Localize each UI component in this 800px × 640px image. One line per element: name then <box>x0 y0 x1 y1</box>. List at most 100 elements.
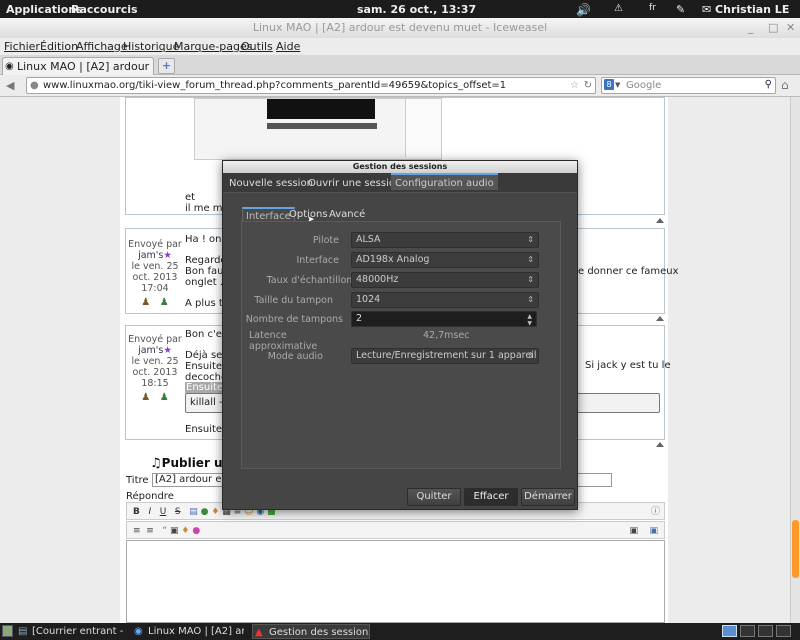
reload-icon[interactable]: ↻ <box>584 78 592 93</box>
audio-mode-select[interactable]: Lecture/Enregistrement sur 1 appareil ⇕ <box>351 348 539 364</box>
quote-icon[interactable]: “ <box>162 526 167 536</box>
post-author-link[interactable]: jam's★ <box>128 345 182 356</box>
workspace-4-icon[interactable] <box>776 625 791 637</box>
new-tab-icon[interactable]: + <box>158 58 175 74</box>
scrollbar-thumb[interactable] <box>792 520 799 578</box>
star-icon: ★ <box>163 250 172 261</box>
buffer-size-select[interactable]: 1024 ⇕ <box>351 292 539 308</box>
workspace-2-icon[interactable] <box>740 625 755 637</box>
start-button[interactable]: Démarrer <box>521 488 575 506</box>
home-icon[interactable]: ⌂ <box>781 78 789 92</box>
file-icon[interactable]: ▤ <box>189 507 198 517</box>
quit-button[interactable]: Quitter <box>407 488 461 506</box>
post-text-line: Regarde <box>185 255 227 266</box>
align-icon[interactable]: ≡ <box>133 526 141 536</box>
url-text: www.linuxmao.org/tiki-view_forum_thread.… <box>43 80 507 91</box>
site-identity-icon[interactable]: ● <box>30 78 39 93</box>
reply-textarea[interactable] <box>126 540 665 623</box>
scroll-top-arrow-icon[interactable] <box>656 218 664 223</box>
buffer-count-value: 2 <box>356 313 363 324</box>
plugin-icon[interactable]: ♦ <box>181 526 189 536</box>
contact-icon[interactable]: ♟ <box>160 392 169 403</box>
post-author-name: jam's <box>138 250 164 261</box>
keyboard-layout[interactable]: fr <box>649 3 656 13</box>
link-icon[interactable]: ♦ <box>211 507 219 517</box>
notification-icon[interactable]: ⚠ <box>614 3 623 14</box>
close-icon[interactable]: ✕ <box>786 18 795 38</box>
special-chars-icon[interactable]: ▣ <box>629 522 638 540</box>
post-author-link[interactable]: jam's★ <box>128 250 182 261</box>
clear-button[interactable]: Effacer <box>464 488 518 506</box>
post-text-line: Si jack y est tu le <box>585 360 671 371</box>
italic-icon[interactable]: I <box>148 507 151 517</box>
user-icon[interactable]: ♟ <box>141 297 150 308</box>
google-engine-icon[interactable]: 8 <box>604 79 614 90</box>
scroll-top-arrow-icon[interactable] <box>656 442 664 447</box>
post-date: le ven. 25 oct. 2013 18:15 <box>131 356 179 389</box>
search-bar[interactable]: 8 ▼ Google ⚲ <box>601 77 776 94</box>
maximize-icon[interactable]: □ <box>768 18 778 38</box>
updown-arrow-icon: ⇕ <box>527 351 534 360</box>
shortcuts-menu[interactable]: Raccourcis <box>71 3 138 16</box>
workspace-1-icon[interactable] <box>722 625 737 637</box>
taskbar-item-label: Gestion des sessions <box>269 627 370 638</box>
scroll-top-arrow-icon[interactable] <box>656 316 664 321</box>
user-icons[interactable]: ♟ ♟ <box>128 297 182 308</box>
window-titlebar: Linux MAO | [A2] ardour est devenu muet … <box>0 18 800 38</box>
driver-select[interactable]: ALSA ⇕ <box>351 232 539 248</box>
embedded-toolbar <box>267 123 377 129</box>
image-icon[interactable]: ● <box>201 507 209 517</box>
menu-edit[interactable]: Édition <box>40 40 78 53</box>
updown-arrow-icon: ⇕ <box>527 255 534 264</box>
search-icon[interactable]: ⚲ <box>765 77 772 92</box>
menu-file[interactable]: Fichier <box>4 40 40 53</box>
underline-icon[interactable]: U <box>160 507 167 517</box>
updown-arrow-icon: ⇕ <box>527 275 534 284</box>
color-icon[interactable]: ● <box>192 526 200 536</box>
ardour-icon: ▲ <box>255 627 263 638</box>
menu-tools[interactable]: Outils <box>241 40 273 53</box>
url-bar[interactable]: ● www.linuxmao.org/tiki-view_forum_threa… <box>26 77 596 94</box>
back-icon[interactable]: ◀ <box>6 79 14 92</box>
title-label-text: Titre <box>126 475 149 486</box>
workspace-3-icon[interactable] <box>758 625 773 637</box>
buffer-count-spinner[interactable]: 2 ▲ ▼ <box>351 311 537 327</box>
taskbar-item-sessions[interactable]: ▲ Gestion des sessions <box>252 624 370 639</box>
contact-icon[interactable]: ♟ <box>160 297 169 308</box>
sample-rate-select[interactable]: 48000Hz ⇕ <box>351 272 539 288</box>
fullscreen-icon[interactable]: ▣ <box>649 522 658 540</box>
buffer-size-value: 1024 <box>356 294 381 305</box>
interface-select[interactable]: AD198x Analog ⇕ <box>351 252 539 268</box>
numbered-list-icon[interactable]: ≡ <box>146 526 154 536</box>
code-icon[interactable]: ▣ <box>170 526 179 536</box>
driver-value: ALSA <box>356 234 381 245</box>
window-title: Linux MAO | [A2] ardour est devenu muet … <box>252 21 548 34</box>
clock[interactable]: sam. 26 oct., 13:37 <box>357 3 476 16</box>
volume-icon[interactable]: 🔊 <box>576 3 591 17</box>
buffer-count-label: Nombre de tampons <box>245 314 343 325</box>
chevron-down-icon[interactable]: ▼ <box>615 78 620 93</box>
audio-mode-label: Mode audio <box>267 351 323 362</box>
menu-history[interactable]: Historique <box>123 40 179 53</box>
taskbar-item-mail[interactable]: ▤ [Courrier entrant - c... <box>16 624 126 639</box>
music-note-icon: ♫ <box>150 456 162 471</box>
help-icon[interactable]: ⓘ <box>651 503 660 521</box>
user-icon[interactable]: ♟ <box>141 392 150 403</box>
user-icons[interactable]: ♟ ♟ <box>128 392 182 403</box>
menu-help[interactable]: Aide <box>276 40 300 53</box>
taskbar-item-browser[interactable]: ◉ Linux MAO | [A2] ar... <box>132 624 244 639</box>
driver-label: Pilote <box>312 235 339 246</box>
show-desktop-icon[interactable] <box>2 625 13 637</box>
tab-audio-configuration[interactable]: Configuration audio <box>391 173 498 190</box>
bold-icon[interactable]: B <box>133 507 140 517</box>
minimize-icon[interactable]: _ <box>748 18 754 38</box>
browser-tab[interactable]: ◉ Linux MAO | [A2] ardour est d... <box>2 57 154 76</box>
taskbar-item-label: [Courrier entrant - c... <box>32 626 126 637</box>
bookmark-star-icon[interactable]: ☆ <box>570 78 579 93</box>
updown-arrow-icon: ⇕ <box>527 235 534 244</box>
strike-icon[interactable]: S <box>175 507 181 517</box>
network-icon[interactable]: ✎ <box>676 3 685 16</box>
spinner-arrows-icon[interactable]: ▲ ▼ <box>527 313 532 327</box>
browser-icon: ◉ <box>134 626 143 637</box>
menu-view[interactable]: Affichage <box>76 40 128 53</box>
